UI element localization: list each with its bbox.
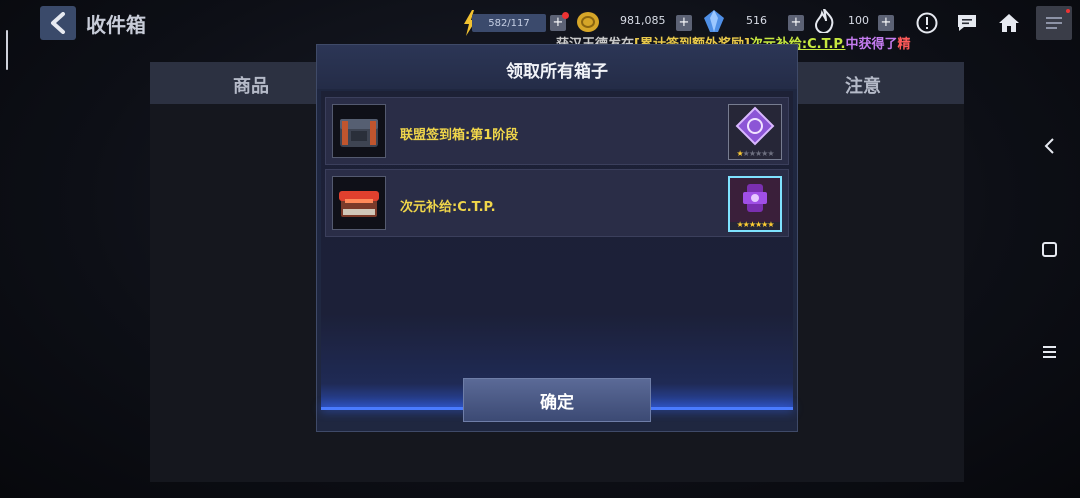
energy-counter: 582/117 [472, 14, 546, 32]
top-bar: 收件箱 582/117 + 981,085 + 516 + 100 + 中获得了… [0, 0, 1080, 52]
add-flame-button[interactable]: + [878, 15, 894, 31]
ctp-cube-icon [730, 178, 780, 222]
back-button[interactable] [40, 6, 76, 40]
nav-back-icon[interactable] [1040, 136, 1060, 156]
nav-home-icon[interactable] [1040, 240, 1060, 260]
add-crystal-button[interactable]: + [788, 15, 804, 31]
notification-dot [1066, 9, 1070, 13]
crystal-icon [704, 10, 724, 32]
home-icon[interactable] [998, 13, 1020, 33]
ticker-verb: 中获得了 [845, 37, 898, 52]
chat-icon[interactable] [956, 13, 978, 33]
box-thumbnail [332, 176, 386, 230]
flame-counter: 100 [848, 14, 869, 27]
item-name: 次元补给:C.T.P. [400, 200, 496, 215]
ticker-reward: 精 [897, 37, 911, 52]
reward-slot[interactable]: ★★★★★★ [728, 176, 782, 232]
dialog-header: 领取所有箱子 [317, 45, 797, 89]
gold-coin-icon [577, 12, 599, 32]
star-rating: ★★★★★★ [736, 220, 774, 229]
column-notice: 注意 [845, 76, 881, 97]
notification-dot [562, 12, 569, 19]
crystal-counter: 516 [746, 14, 767, 27]
list-item: 次元补给:C.T.P. ★★★★★★ [325, 169, 789, 237]
inbox-button[interactable] [1036, 6, 1072, 40]
item-name: 联盟签到箱:第1阶段 [400, 128, 519, 143]
flame-icon [814, 9, 834, 33]
list-item: 联盟签到箱:第1阶段 ★★★★★★ [325, 97, 789, 165]
confirm-button[interactable]: 确定 [463, 378, 651, 422]
claim-all-dialog: 领取所有箱子 联盟签到箱:第1阶段 ★★★★★★ 次元补给:C.T.P. ★★★… [316, 44, 798, 432]
metal-box-icon [340, 119, 378, 147]
add-gold-button[interactable]: + [676, 15, 692, 31]
alert-icon[interactable] [916, 12, 938, 34]
reward-slot[interactable]: ★★★★★★ [728, 104, 782, 160]
red-supply-box-icon [339, 191, 379, 217]
box-thumbnail [332, 104, 386, 158]
column-goods: 商品 [233, 76, 269, 97]
dialog-title: 领取所有箱子 [506, 62, 608, 82]
nav-menu-icon[interactable] [1040, 342, 1060, 362]
chevron-left-icon [51, 12, 65, 34]
page-title: 收件箱 [86, 13, 146, 37]
gold-counter: 981,085 [620, 14, 666, 27]
star-rating: ★★★★★★ [736, 149, 774, 158]
rune-crystal-icon [735, 106, 775, 146]
list-icon [1046, 17, 1062, 29]
